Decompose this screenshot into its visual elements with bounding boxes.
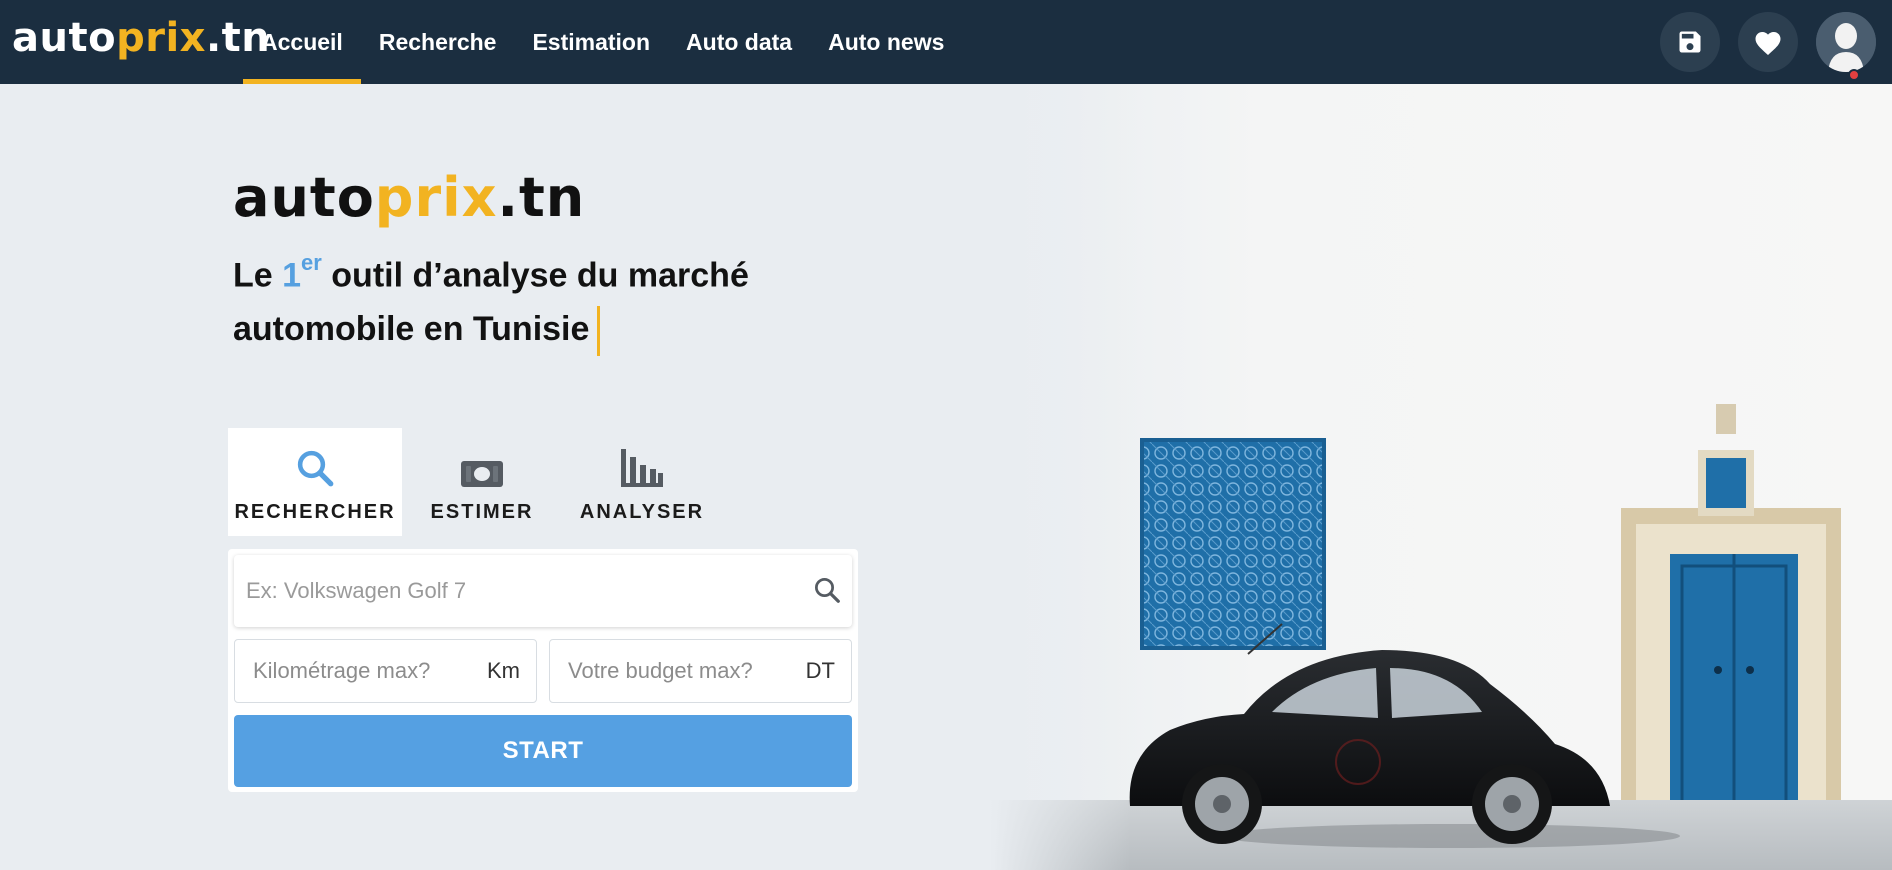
- search-icon: [297, 450, 334, 487]
- budget-unit: DT: [805, 658, 835, 683]
- search-input[interactable]: [246, 578, 786, 604]
- budget-field: DT: [549, 639, 852, 703]
- filter-row: Km DT: [234, 639, 852, 703]
- tab-estimer[interactable]: ESTIMER: [402, 428, 562, 536]
- tab-analyser[interactable]: ANALYSER: [562, 428, 722, 536]
- favorites-button[interactable]: [1738, 12, 1798, 72]
- top-navbar: autoprix.tn Accueil Recherche Estimation…: [0, 0, 1892, 84]
- tagline-number: 1: [282, 256, 302, 295]
- heart-icon: [1755, 32, 1781, 55]
- saved-searches-button[interactable]: [1660, 12, 1720, 72]
- money-icon: [461, 461, 503, 487]
- tab-rechercher-label: RECHERCHER: [234, 501, 396, 523]
- user-avatar-button[interactable]: [1816, 12, 1876, 72]
- notification-dot: [1848, 69, 1860, 81]
- tagline-superscript: er: [301, 250, 322, 275]
- search-mode-tabs: RECHERCHER ESTIMER ANALYSER: [228, 428, 722, 536]
- nav-actions: [1660, 12, 1876, 81]
- nav-link-auto-news[interactable]: Auto news: [810, 0, 962, 84]
- logo-part-auto: auto: [12, 15, 117, 61]
- budget-input[interactable]: [568, 658, 806, 684]
- hero-tagline: Le 1er outil d’analyse du marché automob…: [233, 240, 793, 357]
- save-icon: [1679, 31, 1701, 53]
- tagline-before: Le: [233, 256, 283, 295]
- nav-links: Accueil Recherche Estimation Auto data A…: [243, 0, 962, 84]
- hero-logo-auto: auto: [233, 166, 375, 229]
- hero-logo-prix: prix: [374, 166, 498, 229]
- tab-analyser-label: ANALYSER: [579, 501, 705, 523]
- hero-logo: autoprix.tn: [233, 168, 585, 228]
- car-and-wall-image: [990, 84, 1892, 870]
- tab-rechercher[interactable]: RECHERCHER: [228, 428, 402, 536]
- typing-cursor: [597, 306, 601, 357]
- hero-logo-tn: .tn: [497, 166, 586, 229]
- nav-link-estimation[interactable]: Estimation: [514, 0, 668, 84]
- avatar-icon: [1816, 12, 1876, 72]
- km-input[interactable]: [253, 658, 487, 684]
- bar-chart-icon: [621, 449, 663, 487]
- start-button[interactable]: START: [234, 715, 852, 787]
- search-icon: [815, 578, 840, 603]
- site-logo[interactable]: autoprix.tn: [12, 14, 270, 62]
- km-unit: Km: [487, 658, 520, 683]
- hero-illustration: [990, 84, 1892, 870]
- logo-part-prix: prix: [116, 15, 206, 61]
- tab-estimer-label: ESTIMER: [430, 501, 534, 523]
- nav-link-accueil[interactable]: Accueil: [243, 0, 361, 84]
- nav-link-recherche[interactable]: Recherche: [361, 0, 515, 84]
- nav-link-auto-data[interactable]: Auto data: [668, 0, 810, 84]
- search-box: [234, 555, 852, 627]
- search-submit-button[interactable]: [812, 575, 842, 610]
- km-field: Km: [234, 639, 537, 703]
- search-form: Km DT START: [228, 549, 858, 792]
